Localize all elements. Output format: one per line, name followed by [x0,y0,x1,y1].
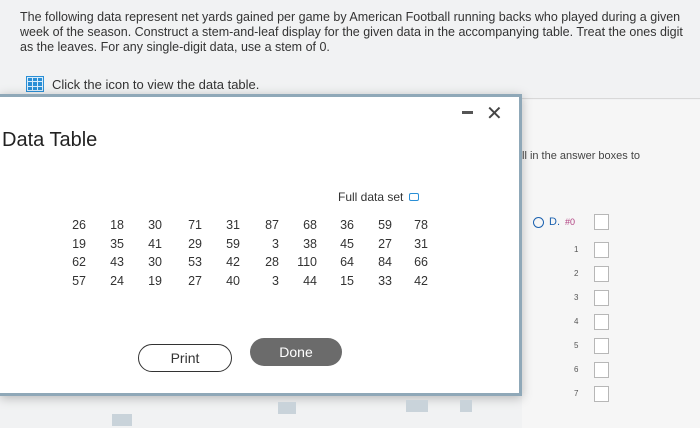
data-cell: 62 [72,255,86,269]
leaf-input-box[interactable] [594,362,609,378]
background-fragment [460,400,472,412]
data-cell: 29 [188,237,202,251]
data-cell: 36 [340,218,354,232]
data-cell: 84 [378,255,392,269]
data-table-dialog: ✕ Data Table Full data set 26 18 30 71 31 87 6… [0,94,522,396]
data-cell: 66 [414,255,428,269]
background-fragment [278,402,296,414]
data-cell: 27 [188,274,202,288]
copy-icon[interactable] [409,193,420,201]
data-cell: 31 [414,237,428,251]
table-caption: Full data set [338,190,420,204]
data-cell: 30 [148,255,162,269]
stem-label: 7 [574,389,579,398]
data-cell: 38 [303,237,317,251]
stem-label: 1 [574,245,579,254]
data-cell: 71 [188,218,202,232]
data-cell: 64 [340,255,354,269]
dialog-title: Data Table [2,129,98,151]
data-cell: 19 [148,274,162,288]
data-cell: 27 [378,237,392,251]
answer-instruction: ll in the answer boxes to [522,150,641,162]
data-cell: 42 [414,274,428,288]
table-icon[interactable] [26,76,44,92]
data-cell: 3 [272,274,279,288]
stem-label: 4 [574,317,579,326]
view-data-table-link[interactable]: Click the icon to view the data table. [26,76,259,92]
data-cell: 42 [226,255,240,269]
leaf-input-box[interactable] [594,386,609,402]
data-cell: 45 [340,237,354,251]
leaf-input-box[interactable] [594,290,609,306]
close-icon[interactable]: ✕ [486,101,503,126]
data-cell: 44 [303,274,317,288]
stem-label: 5 [574,341,579,350]
data-cell: 19 [72,237,86,251]
data-cell: 3 [272,237,279,251]
stem-label: 2 [574,269,579,278]
data-cell: 59 [378,218,392,232]
data-cell: 57 [72,274,86,288]
data-cell: 28 [265,255,279,269]
data-cell: 87 [265,218,279,232]
data-cell: 59 [226,237,240,251]
option-d-head: #0 [565,217,576,227]
done-button[interactable]: Done [250,338,342,366]
leaf-input-box[interactable] [594,242,609,258]
data-cell: 35 [110,237,124,251]
data-cell: 18 [110,218,124,232]
stem-label: 6 [574,365,579,374]
data-cell: 41 [148,237,162,251]
data-cell: 78 [414,218,428,232]
option-d-label: D. [549,216,560,228]
print-button[interactable]: Print [138,344,232,372]
question-text: The following data represent net yards g… [20,10,683,54]
data-cell: 68 [303,218,317,232]
data-cell: 31 [226,218,240,232]
leaf-input-box[interactable] [594,266,609,282]
option-d-radio[interactable] [533,216,544,228]
data-cell: 33 [378,274,392,288]
leaf-input-box[interactable] [594,338,609,354]
stem-label: 3 [574,293,579,302]
data-cell: 43 [110,255,124,269]
leaf-input-box[interactable] [594,314,609,330]
leaf-input-box[interactable] [594,214,609,230]
data-cell: 15 [340,274,354,288]
data-cell: 40 [226,274,240,288]
caption-label: Full data set [338,190,404,204]
data-cell: 110 [297,255,317,269]
data-cell: 53 [188,255,202,269]
data-cell: 30 [148,218,162,232]
view-link-label: Click the icon to view the data table. [52,76,260,92]
background-fragment [112,414,132,426]
minimize-icon[interactable] [462,111,473,114]
option-d[interactable]: D. #0 [533,216,575,228]
background-fragment [406,400,428,412]
data-cell: 24 [110,274,124,288]
data-cell: 26 [72,218,86,232]
